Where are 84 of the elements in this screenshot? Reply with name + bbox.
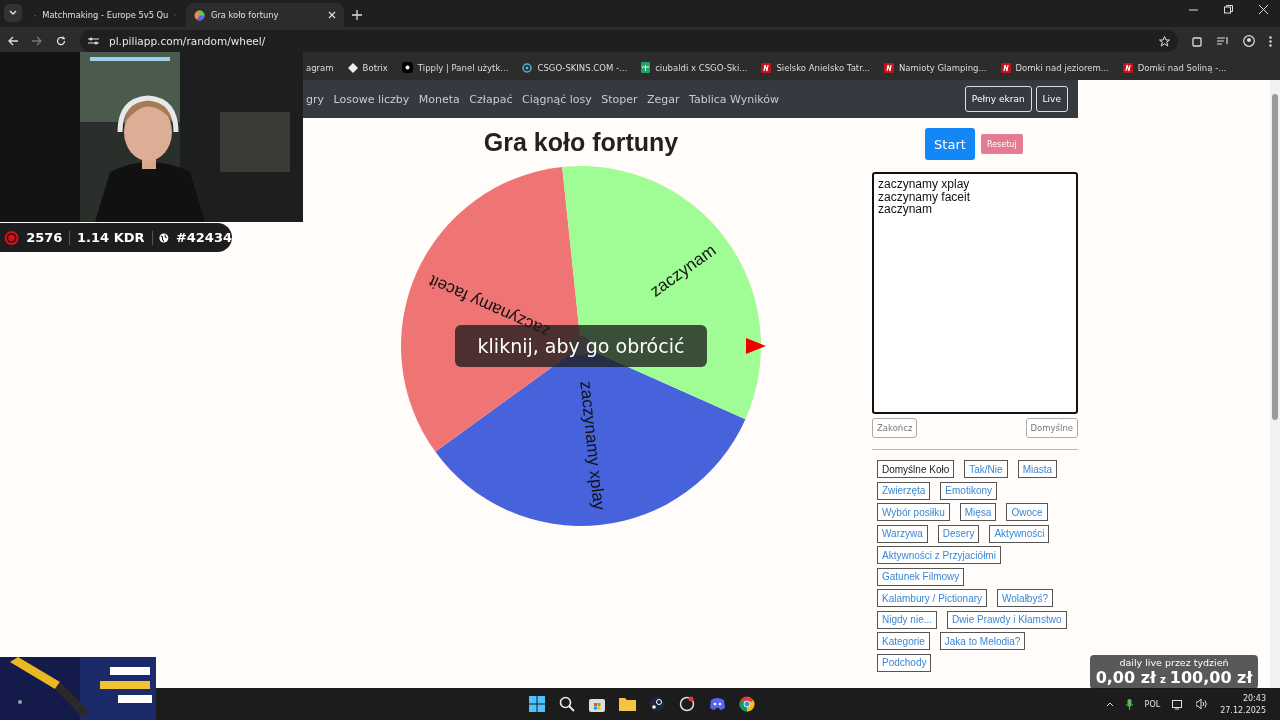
extensions-icon: [1192, 35, 1203, 47]
tab-title: Matchmaking - Europe 5v5 Qu: [42, 10, 169, 20]
chevron-up-icon: [1105, 701, 1114, 707]
nav-link[interactable]: Losowe liczby: [333, 92, 410, 106]
start-button[interactable]: Start: [925, 128, 975, 160]
nav-link[interactable]: Stoper: [601, 92, 638, 106]
pointer-icon: [746, 338, 766, 354]
preset-button[interactable]: Nigdy nie...: [877, 610, 938, 629]
site-settings-icon: [88, 36, 99, 46]
diamond-icon: [347, 62, 358, 73]
tab-search-button[interactable]: [4, 4, 22, 22]
entries-field[interactable]: zaczynamy xplay zaczynamy faceit zaczynam: [872, 172, 1078, 414]
goal-current: 0,00 zł: [1095, 668, 1156, 687]
preset-button[interactable]: Owoce: [1006, 503, 1048, 521]
bookmark[interactable]: ciubaldi x CSGO-Ski...: [641, 62, 748, 73]
bookmark[interactable]: Domki nad Soliną -...: [1122, 62, 1227, 73]
microphone-icon: [1125, 698, 1133, 710]
preset-button[interactable]: Warzywa: [877, 524, 928, 543]
rating-text: 2576: [26, 230, 63, 245]
browser-tab[interactable]: Matchmaking - Europe 5v5 Qu: [26, 3, 184, 27]
preset-button[interactable]: Dwie Prawdy i Kłamstwo: [947, 610, 1067, 629]
volume-icon: [1196, 699, 1209, 709]
address-bar[interactable]: pl.piliapp.com/random/wheel/: [80, 30, 1178, 52]
nav-link[interactable]: Tablica Wyników: [689, 92, 780, 106]
nav-button[interactable]: Pełny ekran: [964, 86, 1032, 112]
profile-icon: [1243, 35, 1255, 47]
language-indicator[interactable]: POL: [1144, 699, 1161, 709]
preset-button[interactable]: Jaka to Melodia?: [939, 632, 1026, 650]
preset-button[interactable]: Podchody: [877, 653, 932, 672]
preset-button[interactable]: Kategorie: [877, 632, 930, 650]
url-text: pl.piliapp.com/random/wheel/: [109, 35, 266, 47]
reload-icon: [56, 36, 66, 46]
tab-title: Gra koło fortuny: [211, 10, 280, 20]
menu-icon: [1269, 35, 1272, 47]
preset-button[interactable]: Kalambury / Pictionary: [877, 589, 988, 607]
preset-button[interactable]: Mięsa: [959, 503, 997, 521]
start-menu-icon[interactable]: [526, 693, 548, 715]
goal-target: 100,00 zł: [1169, 668, 1253, 687]
preset-button[interactable]: Aktywności z Przyjaciółmi: [877, 546, 1001, 564]
preset-button[interactable]: Desery: [937, 524, 980, 543]
target-icon: [522, 62, 533, 73]
bookmark[interactable]: Tipply | Panel użytk...: [401, 62, 509, 73]
preset-button[interactable]: Wolałbyś?: [997, 589, 1053, 607]
rank-text: #42434: [175, 230, 232, 245]
bookmark[interactable]: Sielsko Anielsko Tatr...: [761, 62, 870, 73]
kdr-text: 1.14 KDR: [77, 230, 145, 245]
goal-separator: z: [1159, 674, 1166, 685]
entry-button[interactable]: Domyślne: [1025, 418, 1078, 438]
nav-link[interactable]: Człapać: [469, 92, 513, 106]
segment-label: zaczynamy xplay: [576, 380, 609, 511]
nav-link[interactable]: Ciągnąć losy: [521, 92, 592, 106]
chevron-icon: [9, 10, 17, 16]
nav-link[interactable]: Moneta: [418, 92, 460, 106]
bookmark[interactable]: CSGO-SKINS.COM -...: [522, 62, 628, 73]
preset-button[interactable]: Domyślne Koło: [877, 460, 955, 478]
media-icon: [1217, 36, 1229, 46]
preset-button[interactable]: Emotikony: [940, 481, 998, 500]
nav-link[interactable]: gry: [306, 92, 324, 106]
new-tab-icon: [352, 10, 362, 20]
back-icon: [8, 36, 18, 46]
preset-button[interactable]: Aktywności: [989, 524, 1050, 543]
bookmark[interactable]: Namioty Glamping...: [884, 62, 987, 73]
network-icon: [1172, 698, 1185, 710]
nav-link[interactable]: Zegar: [647, 92, 680, 106]
bookmark[interactable]: Botrix: [347, 62, 388, 73]
star-icon: [1159, 35, 1170, 47]
preset-button[interactable]: Miasta: [1017, 460, 1058, 478]
restore-icon: [1224, 5, 1233, 14]
color-wheel-icon: [194, 9, 205, 21]
nav-button[interactable]: Live: [1035, 86, 1068, 112]
browser-tab[interactable]: Gra koło fortuny: [186, 3, 344, 27]
page-title: Gra koło fortuny: [483, 128, 679, 157]
clock-time: 20:43: [1242, 693, 1266, 703]
entry-button[interactable]: Zakończ: [872, 418, 918, 438]
clock-date: 27.12.2025: [1220, 705, 1266, 715]
preset-button[interactable]: Wybór posiłku: [877, 503, 950, 521]
spreadsheet-icon: [641, 62, 651, 73]
preset-button[interactable]: Gatunek Filmowy: [877, 567, 965, 586]
preset-button[interactable]: Zwierzęta: [877, 481, 931, 500]
preset-button[interactable]: Tak/Nie: [964, 460, 1008, 478]
goal-title: daily live przez tydzień: [1119, 657, 1229, 668]
bookmark[interactable]: Domki nad jeziorem...: [1000, 62, 1109, 73]
forward-icon: [32, 36, 42, 46]
bookmark[interactable]: agram: [306, 62, 334, 73]
